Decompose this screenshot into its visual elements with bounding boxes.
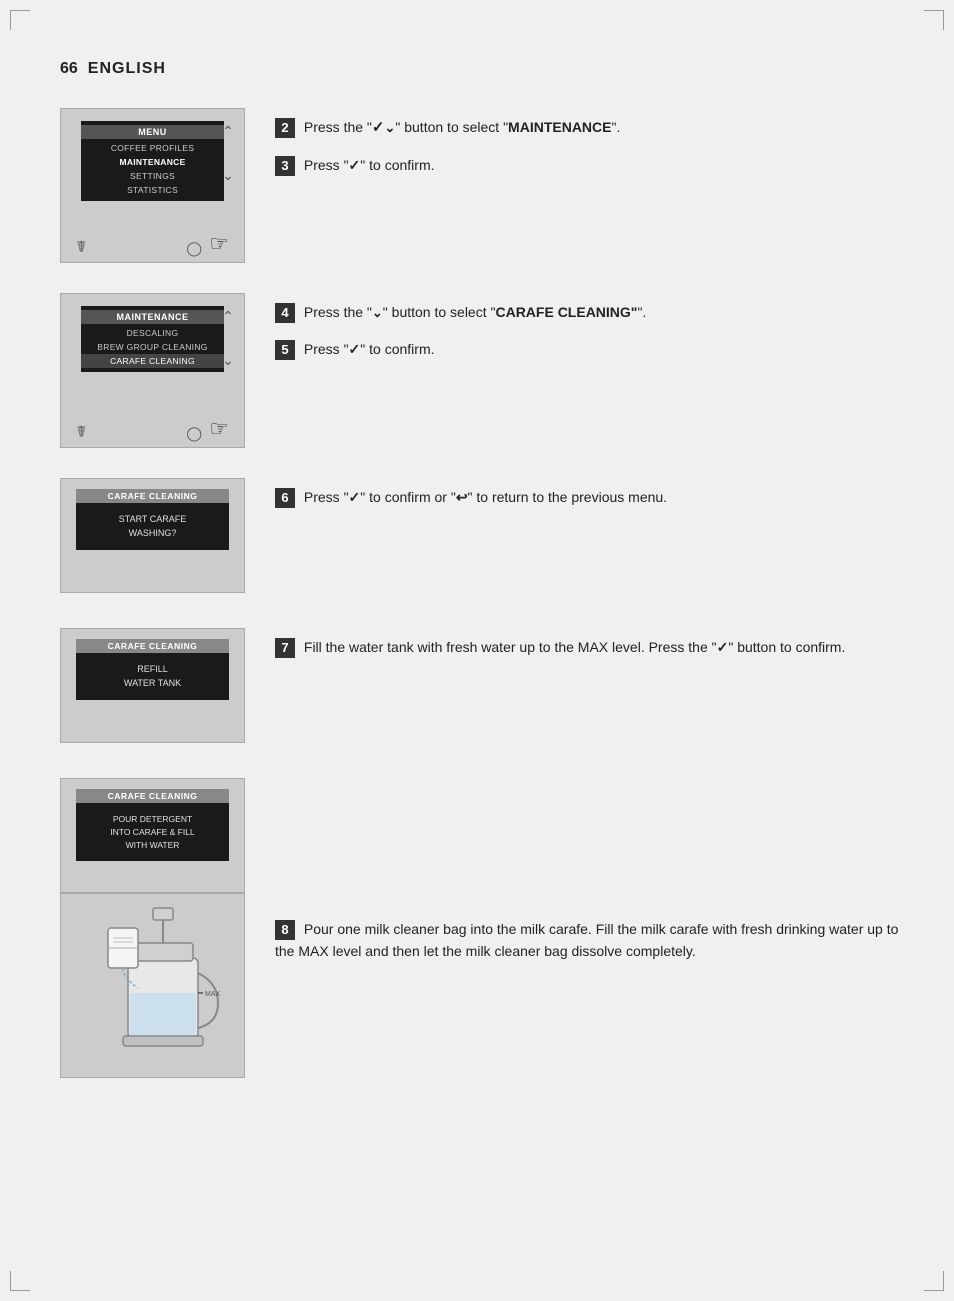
menu-screen-panel: MENU COFFEE PROFILES MAINTENANCE SETTING… bbox=[60, 108, 245, 263]
step-6-number: 6 bbox=[275, 488, 295, 508]
svg-text:MAX: MAX bbox=[205, 991, 221, 998]
step-3-number: 3 bbox=[275, 156, 295, 176]
scroll-down-arrow: ⌄ bbox=[222, 168, 234, 182]
content-area: MENU COFFEE PROFILES MAINTENANCE SETTING… bbox=[60, 108, 914, 1088]
hand-icon-2: ☞ bbox=[209, 416, 229, 442]
steps-4-5-text: 4 Press the "⌄" button to select "CARAFE… bbox=[275, 293, 914, 360]
maintenance-label: MAINTENANCE bbox=[508, 119, 611, 135]
page-number: 66 bbox=[60, 60, 78, 78]
menu-item-maintenance: MAINTENANCE bbox=[81, 155, 224, 169]
step-8-number: 8 bbox=[275, 920, 295, 940]
chevron-symbol-2: ⌄ bbox=[384, 120, 395, 135]
menu-screen: MENU COFFEE PROFILES MAINTENANCE SETTING… bbox=[81, 121, 224, 201]
step-4: 4 Press the "⌄" button to select "CARAFE… bbox=[275, 301, 914, 324]
spacer-4 bbox=[60, 758, 914, 778]
maintenance-screen: MAINTENANCE DESCALING BREW GROUP CLEANIN… bbox=[81, 306, 224, 372]
back-symbol-6: ↩ bbox=[456, 489, 468, 505]
carafe-wash-panel: CARAFE CLEANING START CARAFEWASHING? bbox=[60, 478, 245, 593]
instruction-row-2: MAINTENANCE DESCALING BREW GROUP CLEANIN… bbox=[60, 293, 914, 448]
scroll-arrows: ⌃ ⌄ bbox=[222, 124, 234, 182]
maintenance-screen-title: MAINTENANCE bbox=[81, 310, 224, 324]
brew-group-item: BREW GROUP CLEANING bbox=[81, 340, 224, 354]
page-title: ENGLISH bbox=[88, 60, 166, 78]
carafe-refill-panel: CARAFE CLEANING REFILLWATER TANK bbox=[60, 628, 245, 743]
left-column: CARAFE CLEANING POUR DETERGENTINTO CARAF… bbox=[60, 778, 245, 1078]
step-3: 3 Press "✓" to confirm. bbox=[275, 154, 914, 176]
down-arrow-2: ✓ bbox=[372, 119, 385, 136]
steam-icon-2: ☤ bbox=[76, 422, 87, 442]
menu-item-settings: SETTINGS bbox=[81, 169, 224, 183]
instruction-row-1: MENU COFFEE PROFILES MAINTENANCE SETTING… bbox=[60, 108, 914, 263]
menu-item-statistics: STATISTICS bbox=[81, 183, 224, 197]
maintenance-screen-panel: MAINTENANCE DESCALING BREW GROUP CLEANIN… bbox=[60, 293, 245, 448]
scroll-down-arrow-2: ⌄ bbox=[222, 353, 234, 367]
carafe-wash-title: CARAFE CLEANING bbox=[76, 489, 229, 503]
instruction-row-3: CARAFE CLEANING START CARAFEWASHING? 6 P… bbox=[60, 478, 914, 598]
carafe-cleaning-item: CARAFE CLEANING bbox=[81, 354, 224, 368]
spacer-1 bbox=[60, 273, 914, 293]
check-symbol-7: ✓ bbox=[717, 639, 729, 655]
step-7: 7 Fill the water tank with fresh water u… bbox=[275, 636, 914, 658]
carafe-detergent-screen: CARAFE CLEANING POUR DETERGENTINTO CARAF… bbox=[76, 789, 229, 861]
step-2-number: 2 bbox=[275, 118, 295, 138]
carafe-detergent-title: CARAFE CLEANING bbox=[76, 789, 229, 803]
carafe-detergent-body: POUR DETERGENTINTO CARAFE & FILLWITH WAT… bbox=[76, 803, 229, 861]
power-icon-2: ◯ bbox=[186, 425, 202, 442]
carafe-wash-body: START CARAFEWASHING? bbox=[76, 503, 229, 550]
carafe-cleaning-label: CARAFE CLEANING" bbox=[495, 304, 637, 320]
hand-icon: ☞ bbox=[209, 231, 229, 257]
step-7-text: 7 Fill the water tank with fresh water u… bbox=[275, 628, 914, 658]
step-5: 5 Press "✓" to confirm. bbox=[275, 338, 914, 360]
check-symbol-6: ✓ bbox=[349, 489, 361, 505]
step-5-number: 5 bbox=[275, 340, 295, 360]
check-symbol-3: ✓ bbox=[349, 157, 361, 173]
carafe-refill-body: REFILLWATER TANK bbox=[76, 653, 229, 700]
step-4-number: 4 bbox=[275, 303, 295, 323]
step-8: 8 Pour one milk cleaner bag into the mil… bbox=[275, 918, 914, 963]
instruction-row-5: CARAFE CLEANING POUR DETERGENTINTO CARAF… bbox=[60, 778, 914, 1078]
carafe-refill-title: CARAFE CLEANING bbox=[76, 639, 229, 653]
step-8-text: 8 Pour one milk cleaner bag into the mil… bbox=[275, 778, 914, 963]
steam-icon: ☤ bbox=[76, 237, 87, 257]
carafe-image: MAX bbox=[60, 893, 245, 1078]
carafe-refill-screen: CARAFE CLEANING REFILLWATER TANK bbox=[76, 639, 229, 700]
spacer-3 bbox=[60, 608, 914, 628]
step-7-number: 7 bbox=[275, 638, 295, 658]
step-2: 2 Press the "✓⌄" button to select "MAINT… bbox=[275, 116, 914, 140]
carafe-detergent-panel: CARAFE CLEANING POUR DETERGENTINTO CARAF… bbox=[60, 778, 245, 893]
spacer-2 bbox=[60, 458, 914, 478]
descaling-item: DESCALING bbox=[81, 326, 224, 340]
power-icon: ◯ bbox=[186, 240, 202, 257]
check-symbol-5: ✓ bbox=[349, 341, 361, 357]
steps-2-3-text: 2 Press the "✓⌄" button to select "MAINT… bbox=[275, 108, 914, 176]
scroll-up-arrow: ⌃ bbox=[222, 124, 234, 138]
scroll-arrows-2: ⌃ ⌄ bbox=[222, 309, 234, 367]
step-6-text: 6 Press "✓" to confirm or "↩" to return … bbox=[275, 478, 914, 508]
scroll-up-arrow-2: ⌃ bbox=[222, 309, 234, 323]
menu-title: MENU bbox=[81, 125, 224, 139]
step-6: 6 Press "✓" to confirm or "↩" to return … bbox=[275, 486, 914, 508]
carafe-illustration: MAX bbox=[73, 898, 233, 1073]
page-content: 66 ENGLISH MENU COFFEE PROFILES MAINTENA… bbox=[0, 0, 954, 1301]
menu-item-coffee: COFFEE PROFILES bbox=[81, 141, 224, 155]
carafe-wash-screen: CARAFE CLEANING START CARAFEWASHING? bbox=[76, 489, 229, 550]
chevron-symbol-4: ⌄ bbox=[372, 305, 383, 320]
instruction-row-4: CARAFE CLEANING REFILLWATER TANK 7 Fill … bbox=[60, 628, 914, 748]
